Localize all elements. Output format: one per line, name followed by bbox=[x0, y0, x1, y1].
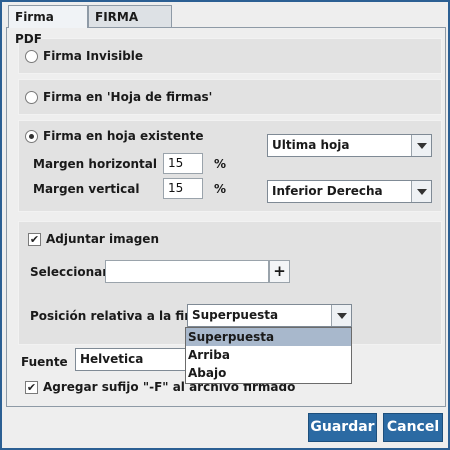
firma-hoja-existente-radio[interactable] bbox=[25, 130, 38, 143]
tab-firma-xml[interactable]: FIRMA XML bbox=[88, 5, 172, 46]
firma-hoja-firmas-radio[interactable] bbox=[25, 91, 38, 104]
posicion-option-abajo[interactable]: Abajo bbox=[186, 364, 351, 382]
posicion-select-value: Superpuesta bbox=[192, 308, 279, 322]
posicion-dropdown-list: Superpuesta Arriba Abajo bbox=[185, 327, 352, 384]
firma-invisible-panel: Firma Invisible bbox=[18, 38, 442, 74]
chevron-down-icon[interactable] bbox=[411, 135, 431, 156]
firma-hoja-firmas-label[interactable]: Firma en 'Hoja de firmas' bbox=[43, 89, 212, 105]
margen-horizontal-input[interactable]: 15 bbox=[163, 153, 203, 174]
sufijo-checkbox[interactable]: ✔ bbox=[25, 381, 38, 394]
firma-hoja-existente-label[interactable]: Firma en hoja existente bbox=[43, 128, 203, 144]
margen-vertical-input[interactable]: 15 bbox=[163, 178, 203, 199]
posicion-option-superpuesta[interactable]: Superpuesta bbox=[186, 328, 351, 346]
position-select-value: Inferior Derecha bbox=[272, 184, 383, 198]
margen-vertical-unit: % bbox=[214, 182, 227, 196]
fuente-label: Fuente bbox=[21, 355, 68, 369]
posicion-relativa-label: Posición relativa a la firma bbox=[30, 309, 211, 323]
margen-vertical-label: Margen vertical bbox=[33, 182, 140, 196]
add-image-button[interactable]: + bbox=[269, 260, 290, 283]
chevron-down-icon[interactable] bbox=[331, 305, 351, 326]
page-select[interactable]: Ultima hoja bbox=[267, 134, 432, 157]
seleccionar-input[interactable] bbox=[105, 260, 269, 283]
adjuntar-imagen-label[interactable]: Adjuntar imagen bbox=[46, 231, 159, 247]
fuente-select-value: Helvetica bbox=[80, 352, 144, 366]
position-select[interactable]: Inferior Derecha bbox=[267, 180, 432, 203]
tab-firma-pdf[interactable]: Firma PDF bbox=[8, 5, 88, 46]
posicion-option-arriba[interactable]: Arriba bbox=[186, 346, 351, 364]
page-select-value: Ultima hoja bbox=[272, 138, 350, 152]
firma-invisible-radio[interactable] bbox=[25, 50, 38, 63]
adjuntar-imagen-checkbox[interactable]: ✔ bbox=[28, 233, 41, 246]
seleccionar-label: Seleccionar bbox=[30, 265, 109, 279]
margen-horizontal-label: Margen horizontal bbox=[33, 157, 157, 171]
fuente-select[interactable]: Helvetica bbox=[75, 348, 187, 371]
firma-hoja-firmas-panel: Firma en 'Hoja de firmas' bbox=[18, 79, 442, 115]
settings-window: Firma PDF FIRMA XML Firma Invisible Firm… bbox=[0, 0, 450, 450]
cancel-button[interactable]: Cancel bbox=[383, 413, 443, 442]
chevron-down-icon[interactable] bbox=[411, 181, 431, 202]
posicion-select[interactable]: Superpuesta bbox=[187, 304, 352, 327]
firma-hoja-existente-panel: Firma en hoja existente Ultima hoja Marg… bbox=[18, 120, 442, 212]
firma-invisible-label[interactable]: Firma Invisible bbox=[43, 48, 143, 64]
guardar-button[interactable]: Guardar bbox=[308, 413, 377, 442]
margen-horizontal-unit: % bbox=[214, 157, 227, 171]
